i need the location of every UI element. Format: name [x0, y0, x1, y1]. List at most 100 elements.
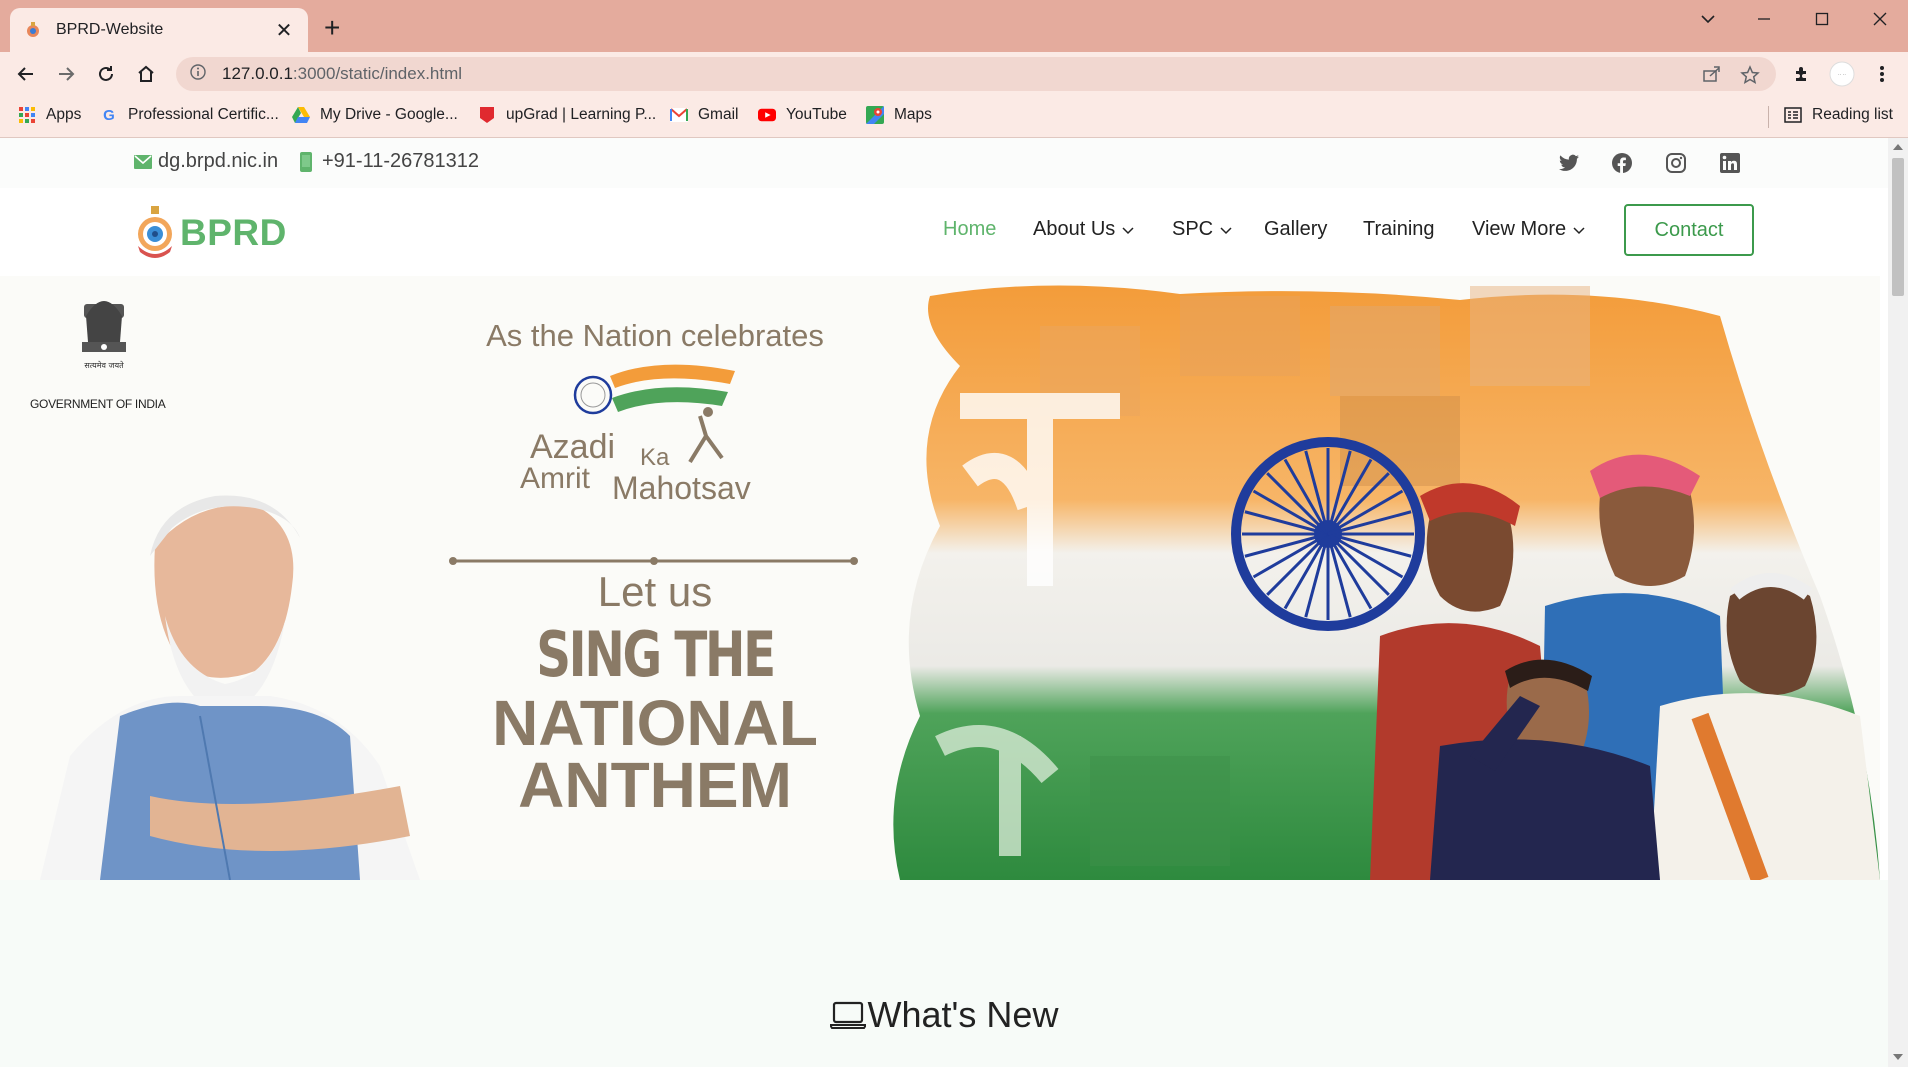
hero-let-us: Let us: [597, 568, 713, 615]
hero-sing-the: SING THE: [536, 618, 776, 691]
nav-about-us[interactable]: About Us: [1033, 218, 1135, 241]
instagram-icon[interactable]: [1664, 151, 1688, 175]
section-title-text: What's New: [867, 994, 1059, 1035]
nav-spc[interactable]: SPC: [1172, 218, 1233, 241]
bookmark-label: upGrad | Learning P...: [506, 106, 657, 123]
back-arrow-icon[interactable]: [12, 60, 40, 88]
browser-tab[interactable]: BPRD-Website ✕: [10, 8, 308, 52]
page-scrollbar[interactable]: [1888, 138, 1908, 1067]
bookmark-upgrad[interactable]: upGrad | Learning P...: [478, 106, 656, 124]
phone-text: +91-11-26781312: [322, 150, 479, 172]
browser-menu-icon[interactable]: [1868, 60, 1896, 88]
forward-arrow-icon[interactable]: [52, 60, 80, 88]
bookmark-star-icon[interactable]: [1740, 65, 1760, 90]
whats-new-title: What's New: [0, 994, 1888, 1036]
scroll-thumb[interactable]: [1892, 158, 1904, 296]
laptop-icon: [829, 1001, 866, 1029]
chevron-down-icon: [1572, 225, 1586, 235]
google-drive-icon: [292, 106, 310, 124]
government-of-india-label: GOVERNMENT OF INDIA: [30, 397, 166, 411]
svg-text:सत्यमेव जयते: सत्यमेव जयते: [84, 360, 124, 370]
hero-illustration: सत्यमेव जयते: [40, 285, 1880, 880]
extensions-icon[interactable]: [1788, 60, 1816, 88]
whats-new-section: What's New: [0, 880, 1888, 1067]
gmail-icon: [670, 106, 688, 124]
tab-close-icon[interactable]: ✕: [274, 18, 294, 43]
chevron-down-icon: [1121, 225, 1135, 235]
site-info-icon[interactable]: [190, 63, 206, 85]
hero-mahotsav: Mahotsav: [612, 470, 751, 506]
nav-label: Training: [1363, 218, 1435, 240]
linkedin-icon[interactable]: [1718, 151, 1742, 175]
new-tab-icon[interactable]: +: [324, 14, 340, 42]
share-icon[interactable]: [1702, 65, 1722, 88]
bookmark-label: YouTube: [786, 106, 847, 123]
nav-label: SPC: [1172, 218, 1214, 240]
nav-view-more[interactable]: View More: [1472, 218, 1586, 241]
web-page: dg.brpd.nic.in +91-11-26781312 BPRD Home…: [0, 138, 1888, 1067]
phone-icon: [300, 151, 312, 172]
apps-grid-icon: [18, 106, 36, 124]
nav-training[interactable]: Training: [1363, 218, 1435, 241]
bookmarks-divider: [1768, 106, 1769, 128]
bprd-favicon-icon: [24, 21, 42, 39]
email-contact[interactable]: dg.brpd.nic.in: [134, 150, 278, 173]
bookmark-label: Apps: [46, 106, 82, 123]
nav-gallery[interactable]: Gallery: [1264, 218, 1327, 241]
nav-label: Home: [943, 218, 997, 240]
browser-toolbar: 127.0.0.1:3000/static/index.html ·· ··: [0, 52, 1908, 96]
bookmark-label: Gmail: [698, 106, 739, 123]
minimize-icon[interactable]: [1744, 6, 1784, 32]
nav-label: View More: [1472, 218, 1567, 240]
scroll-down-icon[interactable]: [1888, 1050, 1908, 1064]
bookmark-apps[interactable]: Apps: [18, 106, 81, 124]
envelope-icon: [134, 154, 152, 169]
bookmark-label: Maps: [894, 106, 932, 123]
url-host: 127.0.0.1: [222, 64, 293, 83]
url-path: :3000/static/index.html: [292, 64, 463, 83]
youtube-icon: [758, 106, 776, 124]
twitter-icon[interactable]: [1557, 151, 1581, 175]
bookmark-youtube[interactable]: YouTube: [758, 106, 847, 124]
bookmark-gmail[interactable]: Gmail: [670, 106, 738, 124]
reading-list-icon: [1784, 106, 1802, 124]
main-navbar: BPRD Home About Us SPC Gallery Training …: [0, 188, 1888, 276]
scroll-up-icon[interactable]: [1888, 140, 1908, 154]
close-window-icon[interactable]: [1860, 6, 1900, 32]
hero-line-nation-celebrates: As the Nation celebrates: [486, 318, 824, 353]
contact-topbar: dg.brpd.nic.in +91-11-26781312: [0, 138, 1888, 188]
bookmarks-bar: Apps G Professional Certific... My Drive…: [0, 96, 1908, 138]
reload-icon[interactable]: [92, 60, 120, 88]
nav-label: Gallery: [1264, 218, 1328, 240]
bprd-logo[interactable]: BPRD: [134, 206, 287, 260]
svg-text:G: G: [103, 107, 115, 124]
ashoka-emblem-icon: सत्यमेव जयते: [82, 301, 126, 370]
upgrad-icon: [478, 106, 496, 124]
google-icon: G: [100, 106, 118, 124]
phone-contact[interactable]: +91-11-26781312: [300, 150, 479, 173]
profile-avatar[interactable]: ·· ··: [1828, 60, 1856, 88]
browser-titlebar: BPRD-Website ✕ +: [0, 0, 1908, 52]
tab-title: BPRD-Website: [56, 21, 164, 38]
bprd-emblem-icon: [138, 206, 172, 258]
bookmark-drive[interactable]: My Drive - Google...: [292, 106, 458, 124]
svg-text:·· ··: ·· ··: [1838, 72, 1846, 78]
hero-amrit: Amrit: [520, 462, 590, 495]
home-icon[interactable]: [132, 60, 160, 88]
contact-button[interactable]: Contact: [1624, 204, 1754, 256]
nav-home[interactable]: Home: [943, 218, 996, 241]
hero-ka: Ka: [640, 444, 670, 471]
bookmark-maps[interactable]: Maps: [866, 106, 932, 124]
hero-anthem: ANTHEM: [518, 749, 792, 821]
reading-list-button[interactable]: Reading list: [1784, 106, 1893, 124]
logo-text: BPRD: [180, 212, 287, 253]
facebook-icon[interactable]: [1610, 151, 1634, 175]
maps-icon: [866, 106, 884, 124]
address-bar[interactable]: 127.0.0.1:3000/static/index.html: [176, 57, 1776, 91]
hero-banner[interactable]: सत्यमेव जयते GOVERNMENT OF INDIA As the …: [0, 276, 1880, 880]
bookmark-label: My Drive - Google...: [320, 106, 458, 123]
maximize-icon[interactable]: [1802, 6, 1842, 32]
tab-search-icon[interactable]: [1688, 6, 1728, 32]
bookmark-professional[interactable]: G Professional Certific...: [100, 106, 279, 124]
chevron-down-icon: [1219, 225, 1233, 235]
